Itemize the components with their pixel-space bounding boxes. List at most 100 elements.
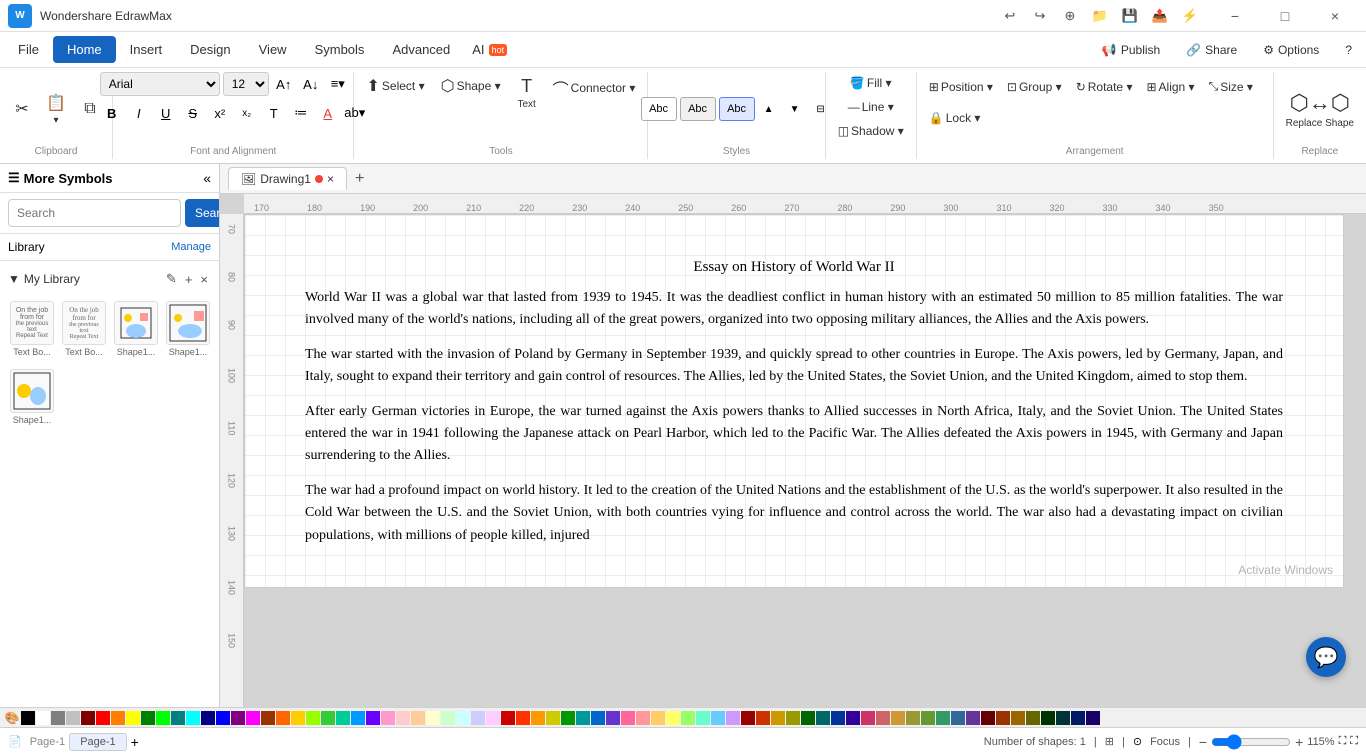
color-swatch[interactable] [906, 711, 920, 725]
decrease-font-btn[interactable]: A↓ [299, 72, 323, 96]
redo-btn[interactable]: ↪ [1026, 4, 1054, 28]
color-swatch[interactable] [1041, 711, 1055, 725]
color-swatch[interactable] [141, 711, 155, 725]
color-swatch[interactable] [246, 711, 260, 725]
color-swatch[interactable] [786, 711, 800, 725]
color-swatch[interactable] [366, 711, 380, 725]
increase-font-btn[interactable]: A↑ [272, 72, 296, 96]
canvas-wrapper[interactable]: 1701801902002102202302402502602702802903… [220, 194, 1366, 707]
color-swatch[interactable] [996, 711, 1010, 725]
color-swatch[interactable] [411, 711, 425, 725]
zoom-slider[interactable] [1211, 734, 1291, 750]
color-swatch[interactable] [1056, 711, 1070, 725]
color-swatch[interactable] [966, 711, 980, 725]
color-swatch[interactable] [621, 711, 635, 725]
style-abc-1[interactable]: Abc [641, 97, 677, 121]
add-page-btn[interactable]: + [131, 734, 139, 750]
color-swatch[interactable] [861, 711, 875, 725]
color-swatch[interactable] [171, 711, 185, 725]
size-dropdown[interactable]: ⤡ Size ▾ [1203, 75, 1259, 98]
new-btn[interactable]: ⊕ [1056, 4, 1084, 28]
position-dropdown[interactable]: ⊞ Position ▾ [923, 76, 999, 98]
color-swatch[interactable] [546, 711, 560, 725]
color-swatch[interactable] [936, 711, 950, 725]
color-swatch[interactable] [336, 711, 350, 725]
color-swatch[interactable] [111, 711, 125, 725]
font-size-select[interactable]: 12 [223, 72, 269, 96]
open-btn[interactable]: 📁 [1086, 4, 1114, 28]
drawing-canvas[interactable]: Essay on History of World War II World W… [244, 214, 1344, 588]
page-tab[interactable]: Page-1 [69, 733, 126, 751]
styles-scroll-up[interactable]: ▲ [757, 97, 781, 121]
style-abc-3[interactable]: Abc [719, 97, 755, 121]
color-swatch[interactable] [306, 711, 320, 725]
lock-dropdown[interactable]: 🔒 Lock ▾ [923, 107, 987, 129]
color-swatch[interactable] [426, 711, 440, 725]
shape-item-shape-3[interactable]: Shape1... [8, 365, 56, 429]
text-format-btn[interactable]: T [262, 101, 286, 125]
color-swatch[interactable] [801, 711, 815, 725]
color-swatch[interactable] [261, 711, 275, 725]
connector-dropdown[interactable]: ⌒ Connector ▾ [547, 72, 642, 104]
color-swatch[interactable] [651, 711, 665, 725]
maximize-btn[interactable]: □ [1262, 0, 1308, 32]
color-swatch[interactable] [1086, 711, 1100, 725]
color-swatch[interactable] [156, 711, 170, 725]
add-tab-btn[interactable]: + [351, 170, 368, 188]
color-swatch[interactable] [201, 711, 215, 725]
menu-insert[interactable]: Insert [116, 36, 177, 63]
symbols-toggle-icon[interactable]: ☰ [8, 170, 20, 186]
drawing-tab[interactable]: 🖼 Drawing1 × [228, 167, 347, 190]
color-swatch[interactable] [681, 711, 695, 725]
color-swatch[interactable] [1011, 711, 1025, 725]
menu-file[interactable]: File [4, 36, 53, 63]
color-swatch[interactable] [1071, 711, 1085, 725]
shape-item-shape-2[interactable]: Shape1... [164, 297, 212, 361]
menu-advanced[interactable]: Advanced [378, 36, 464, 63]
color-swatch[interactable] [66, 711, 80, 725]
cut-btn[interactable]: ✂ [6, 95, 38, 123]
menu-symbols[interactable]: Symbols [301, 36, 379, 63]
zoom-out-btn[interactable]: − [1199, 734, 1207, 750]
paste-btn[interactable]: 📋 ▾ [40, 89, 72, 130]
shape-item-shape-1[interactable]: Shape1... [112, 297, 160, 361]
italic-btn[interactable]: I [127, 101, 151, 125]
menu-ai[interactable]: AI hot [464, 38, 515, 61]
color-swatch[interactable] [756, 711, 770, 725]
color-palette-icon[interactable]: 🎨 [4, 710, 20, 726]
color-swatch[interactable] [291, 711, 305, 725]
color-btn[interactable]: A [316, 101, 340, 125]
color-swatch[interactable] [1026, 711, 1040, 725]
color-swatch[interactable] [456, 711, 470, 725]
fit-page-btn[interactable]: ⛶ [1339, 735, 1347, 748]
superscript-btn[interactable]: x² [208, 101, 232, 125]
focus-btn[interactable]: ⊙ [1133, 735, 1142, 748]
color-swatch[interactable] [891, 711, 905, 725]
color-swatch[interactable] [741, 711, 755, 725]
color-swatch[interactable] [951, 711, 965, 725]
text-btn[interactable]: T Text [511, 72, 543, 114]
save-btn[interactable]: 💾 [1116, 4, 1144, 28]
list-btn[interactable]: ≔ [289, 101, 313, 125]
color-swatch[interactable] [726, 711, 740, 725]
color-swatch[interactable] [576, 711, 590, 725]
color-swatch[interactable] [381, 711, 395, 725]
color-swatch[interactable] [351, 711, 365, 725]
color-swatch[interactable] [636, 711, 650, 725]
style-abc-2[interactable]: Abc [680, 97, 716, 121]
undo-btn[interactable]: ↩ [996, 4, 1024, 28]
chat-bubble-btn[interactable]: 💬 [1306, 637, 1346, 677]
color-swatch[interactable] [816, 711, 830, 725]
bold-btn[interactable]: B [100, 101, 124, 125]
shape-dropdown[interactable]: ⬡ Shape ▾ [435, 72, 507, 100]
shape-item-textbox-1[interactable]: On the job from for the previous text Re… [8, 297, 56, 361]
zoom-in-btn[interactable]: + [1295, 734, 1303, 750]
menu-home[interactable]: Home [53, 36, 116, 63]
publish-button[interactable]: 📢 Publish [1092, 38, 1170, 62]
shadow-dropdown[interactable]: ◫ Shadow ▾ [832, 120, 910, 142]
line-dropdown[interactable]: — Line ▾ [842, 96, 900, 118]
color-swatch[interactable] [96, 711, 110, 725]
my-library-close-btn[interactable]: × [197, 269, 211, 289]
color-swatch[interactable] [831, 711, 845, 725]
font-family-select[interactable]: Arial [100, 72, 220, 96]
